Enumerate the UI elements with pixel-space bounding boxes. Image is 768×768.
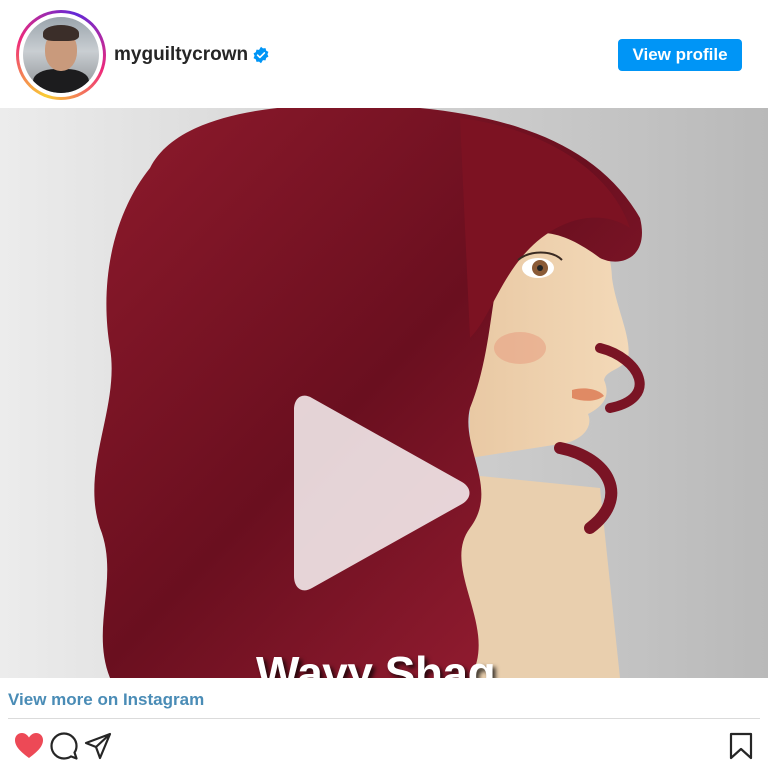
play-icon[interactable] xyxy=(294,386,474,600)
view-more-link[interactable]: View more on Instagram xyxy=(8,690,204,710)
comment-icon[interactable] xyxy=(50,732,78,760)
video-caption: Wavy Shag xyxy=(256,647,496,678)
post-header: myguiltycrown View profile xyxy=(0,0,768,108)
view-profile-button[interactable]: View profile xyxy=(618,39,742,71)
share-icon[interactable] xyxy=(84,732,112,760)
divider xyxy=(8,718,760,719)
story-ring[interactable] xyxy=(16,10,106,100)
username[interactable]: myguiltycrown xyxy=(114,44,248,66)
heart-icon[interactable] xyxy=(14,732,44,760)
video-media[interactable]: Wavy Shag xyxy=(0,108,768,678)
bookmark-icon[interactable] xyxy=(728,732,754,760)
verified-badge-icon xyxy=(253,46,269,64)
avatar[interactable] xyxy=(23,17,99,93)
